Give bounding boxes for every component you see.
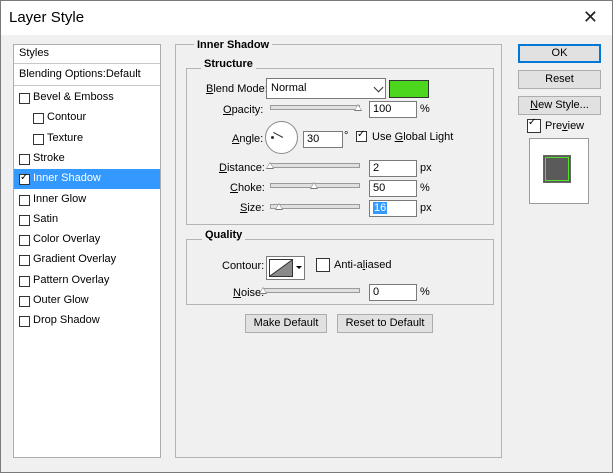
- dropdown-arrow-icon[interactable]: [296, 266, 302, 269]
- shadow-color-swatch[interactable]: [389, 80, 429, 98]
- blend-mode-label: Blend Mode:: [206, 83, 268, 95]
- noise-slider-thumb[interactable]: [259, 287, 267, 294]
- distance-unit: px: [420, 162, 432, 174]
- style-item-label: Bevel & Emboss: [33, 91, 114, 103]
- styles-header-label: Styles: [19, 47, 49, 59]
- choke-unit: %: [420, 182, 430, 194]
- quality-title: Quality: [202, 229, 246, 241]
- opacity-label: Opacity:: [223, 104, 264, 116]
- blend-mode-value: Normal: [271, 82, 307, 94]
- style-item-checkbox[interactable]: [19, 235, 30, 247]
- size-slider[interactable]: [270, 204, 360, 209]
- preview-swatch: [543, 155, 571, 183]
- opacity-unit: %: [420, 103, 430, 115]
- angle-dial-hand: [273, 131, 284, 138]
- use-global-light-checkbox[interactable]: [356, 129, 367, 142]
- style-item-label: Drop Shadow: [33, 314, 100, 327]
- style-item-drop-shadow[interactable]: Drop Shadow: [14, 311, 160, 331]
- styles-panel: Styles Blending Options:Default Bevel & …: [13, 44, 161, 458]
- choke-label: Choke:: [230, 182, 265, 194]
- angle-dial[interactable]: [265, 121, 298, 154]
- size-field[interactable]: 16: [369, 200, 417, 217]
- style-item-checkbox[interactable]: [19, 194, 30, 206]
- style-item-checkbox[interactable]: [19, 93, 30, 104]
- style-item-checkbox[interactable]: [19, 255, 30, 267]
- size-slider-thumb[interactable]: [274, 203, 283, 210]
- style-item-bevel-emboss[interactable]: Bevel & Emboss: [14, 88, 160, 108]
- close-icon[interactable]: ✕: [583, 6, 598, 28]
- preview-thumbnail: [529, 138, 589, 204]
- chevron-down-icon: [373, 82, 384, 93]
- style-item-label: Color Overlay: [33, 233, 101, 246]
- preview-checkbox[interactable]: [527, 117, 541, 133]
- distance-slider[interactable]: [270, 163, 360, 168]
- new-style-button[interactable]: New Style...: [518, 96, 601, 115]
- blending-options-label: Blending Options:Default: [19, 68, 141, 80]
- structure-title: Structure: [201, 58, 256, 70]
- style-item-label: Contour: [47, 111, 87, 124]
- dialog-title: Layer Style: [9, 9, 85, 26]
- ok-button[interactable]: OK: [518, 44, 601, 63]
- style-item-checkbox[interactable]: [19, 296, 30, 307]
- style-item-label: Satin: [33, 212, 59, 225]
- opacity-slider-thumb[interactable]: [354, 104, 362, 111]
- style-item-pattern-overlay[interactable]: Pattern Overlay: [14, 271, 160, 291]
- style-item-checkbox[interactable]: [19, 275, 30, 287]
- contour-curve-icon: [269, 259, 293, 277]
- style-item-inner-glow[interactable]: Inner Glow: [14, 190, 160, 210]
- style-item-label: Texture: [47, 131, 84, 144]
- styles-header[interactable]: Styles: [14, 45, 160, 64]
- anti-aliased-checkbox[interactable]: [316, 258, 330, 272]
- size-unit: px: [420, 202, 432, 214]
- style-item-label: Inner Glow: [33, 192, 87, 205]
- style-item-texture[interactable]: Texture: [14, 129, 160, 149]
- contour-picker[interactable]: [266, 256, 305, 280]
- style-item-label: Stroke: [33, 151, 65, 164]
- style-item-label: Gradient Overlay: [33, 253, 117, 266]
- distance-slider-thumb[interactable]: [266, 162, 274, 169]
- angle-dial-center: [271, 136, 274, 139]
- style-item-checkbox[interactable]: [19, 172, 30, 186]
- style-item-outer-glow[interactable]: Outer Glow: [14, 291, 160, 311]
- choke-slider-thumb[interactable]: [310, 182, 318, 189]
- blend-mode-select[interactable]: Normal: [266, 78, 386, 99]
- size-label: Size:: [240, 202, 265, 214]
- style-item-label: Pattern Overlay: [33, 273, 110, 286]
- inner-shadow-title: Inner Shadow: [194, 39, 273, 51]
- angle-unit: °: [344, 130, 349, 142]
- contour-label: Contour:: [222, 260, 265, 272]
- style-item-checkbox[interactable]: [19, 316, 30, 328]
- anti-aliased-label: Anti-aliased: [334, 259, 392, 271]
- style-item-checkbox[interactable]: [19, 214, 30, 226]
- reset-button[interactable]: Reset: [518, 70, 601, 89]
- style-item-color-overlay[interactable]: Color Overlay: [14, 230, 160, 250]
- style-item-contour[interactable]: Contour: [14, 108, 160, 128]
- angle-field[interactable]: 30: [303, 131, 343, 148]
- distance-field[interactable]: 2: [369, 160, 417, 177]
- style-item-stroke[interactable]: Stroke: [14, 149, 160, 169]
- style-item-label: Outer Glow: [33, 294, 89, 306]
- style-item-checkbox[interactable]: [33, 133, 44, 145]
- noise-field[interactable]: 0: [369, 284, 417, 301]
- noise-unit: %: [420, 286, 430, 298]
- angle-label: Angle:: [232, 133, 264, 145]
- style-item-satin[interactable]: Satin: [14, 210, 160, 230]
- opacity-slider[interactable]: [270, 105, 360, 110]
- title-bar: Layer Style ✕: [1, 1, 612, 35]
- use-global-light-label: Use Global Light: [372, 131, 454, 143]
- distance-label: Distance:: [219, 162, 265, 174]
- style-item-checkbox[interactable]: [19, 153, 30, 165]
- make-default-button[interactable]: Make Default: [245, 314, 327, 333]
- style-item-gradient-overlay[interactable]: Gradient Overlay: [14, 250, 160, 270]
- noise-slider[interactable]: [263, 288, 360, 293]
- opacity-field[interactable]: 100: [369, 101, 417, 118]
- choke-field[interactable]: 50: [369, 180, 417, 197]
- style-item-inner-shadow[interactable]: Inner Shadow: [14, 169, 160, 190]
- style-item-label: Inner Shadow: [33, 172, 101, 185]
- reset-to-default-button[interactable]: Reset to Default: [337, 314, 433, 333]
- preview-label: Preview: [545, 120, 585, 132]
- blending-options-item[interactable]: Blending Options:Default: [14, 65, 160, 86]
- style-item-checkbox[interactable]: [33, 113, 44, 125]
